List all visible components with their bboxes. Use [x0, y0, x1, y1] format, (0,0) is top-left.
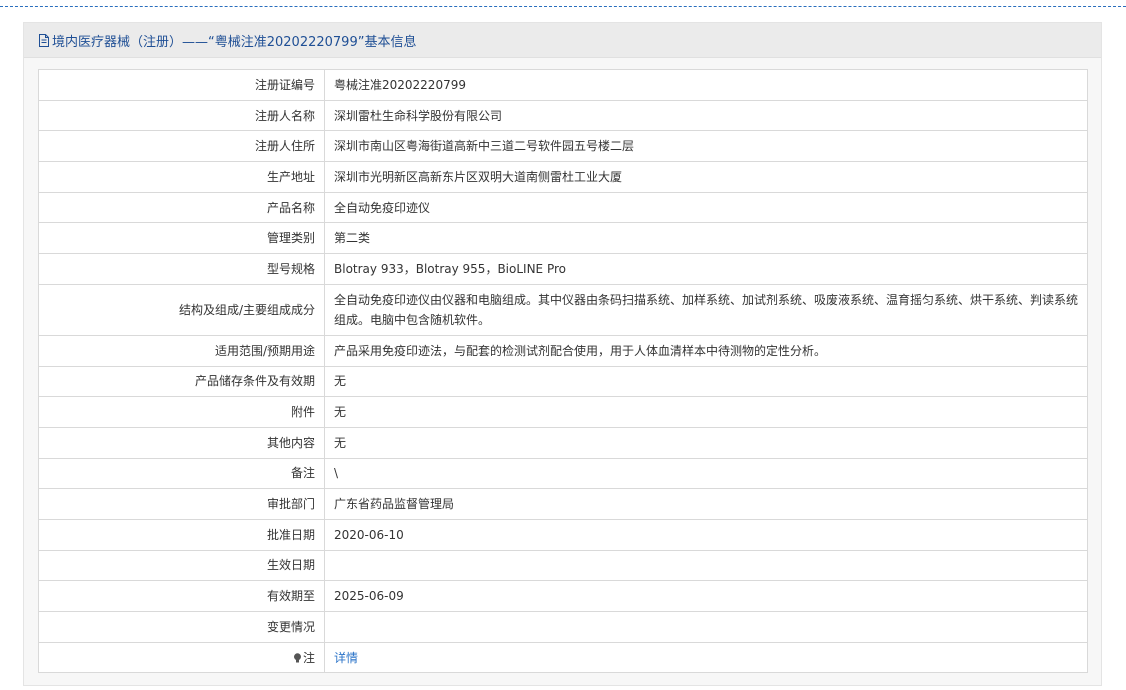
row-label: 注册人住所	[38, 130, 325, 163]
row-value: 详情	[324, 641, 1088, 674]
row-value: 无	[324, 426, 1088, 459]
document-icon	[38, 33, 50, 47]
details-link[interactable]: 详情	[334, 651, 358, 665]
row-value: 产品采用免疫印迹法，与配套的检测试剂配合使用，用于人体血清样本中待测物的定性分析…	[324, 334, 1088, 367]
lightbulb-icon	[293, 649, 302, 663]
table-row: 管理类别 第二类	[38, 222, 1088, 255]
row-value: \	[324, 457, 1088, 490]
table-row: 适用范围/预期用途 产品采用免疫印迹法，与配套的检测试剂配合使用，用于人体血清样…	[38, 334, 1088, 367]
row-label: 结构及组成/主要组成成分	[38, 283, 325, 336]
row-label: 其他内容	[38, 426, 325, 459]
info-table: 注册证编号 粤械注准20202220799 注册人名称 深圳雷杜生命科学股份有限…	[38, 69, 1088, 674]
row-value: 深圳雷杜生命科学股份有限公司	[324, 99, 1088, 132]
table-row: 变更情况	[38, 611, 1088, 643]
row-label: 管理类别	[38, 222, 325, 255]
row-value: 深圳市南山区粤海街道高新中三道二号软件园五号楼二层	[324, 130, 1088, 163]
row-label: 变更情况	[38, 611, 325, 643]
table-row: 注册人名称 深圳雷杜生命科学股份有限公司	[38, 99, 1088, 132]
panel-header: 境内医疗器械（注册）——“粤械注准20202220799”基本信息	[24, 23, 1101, 58]
row-label: 注	[302, 650, 315, 665]
basic-info-panel: 境内医疗器械（注册）——“粤械注准20202220799”基本信息 注册证编号 …	[23, 22, 1102, 686]
table-row: 产品储存条件及有效期 无	[38, 365, 1088, 398]
row-value: 深圳市光明新区高新东片区双明大道南侧雷杜工业大厦	[324, 161, 1088, 193]
table-row: 结构及组成/主要组成成分 全自动免疫印迹仪由仪器和电脑组成。其中仪器由条码扫描系…	[38, 283, 1088, 336]
table-row: 附件 无	[38, 396, 1088, 428]
row-label: 备注	[38, 457, 325, 490]
row-value: 无	[324, 396, 1088, 428]
row-value	[324, 611, 1088, 643]
row-label: 注册证编号	[38, 69, 325, 101]
row-value: 全自动免疫印迹仪	[324, 191, 1088, 224]
table-row: 批准日期 2020-06-10	[38, 518, 1088, 551]
top-divider-line	[0, 6, 1126, 7]
row-value: 无	[324, 365, 1088, 398]
row-label: 产品储存条件及有效期	[38, 365, 325, 398]
row-value: 粤械注准20202220799	[324, 69, 1088, 101]
row-label: 附件	[38, 396, 325, 428]
row-label: 生效日期	[38, 549, 325, 582]
table-row: 有效期至 2025-06-09	[38, 580, 1088, 612]
note-label-cell: 注	[38, 641, 325, 674]
row-value: 第二类	[324, 222, 1088, 255]
table-row: 备注 \	[38, 457, 1088, 490]
row-label: 产品名称	[38, 191, 325, 224]
table-row: 型号规格 Blotray 933，Blotray 955，BioLINE Pro	[38, 253, 1088, 285]
row-label: 批准日期	[38, 518, 325, 551]
row-value: 全自动免疫印迹仪由仪器和电脑组成。其中仪器由条码扫描系统、加样系统、加试剂系统、…	[324, 283, 1088, 336]
row-value: 2025-06-09	[324, 580, 1088, 612]
table-row: 注 详情	[38, 641, 1088, 674]
table-row: 注册证编号 粤械注准20202220799	[38, 69, 1088, 101]
row-value: 广东省药品监督管理局	[324, 488, 1088, 520]
table-row: 生效日期	[38, 549, 1088, 582]
page-title: 境内医疗器械（注册）——“粤械注准20202220799”基本信息	[52, 34, 417, 50]
row-label: 生产地址	[38, 161, 325, 193]
row-label: 注册人名称	[38, 99, 325, 132]
table-row: 审批部门 广东省药品监督管理局	[38, 488, 1088, 520]
row-label: 审批部门	[38, 488, 325, 520]
row-value	[324, 549, 1088, 582]
table-row: 注册人住所 深圳市南山区粤海街道高新中三道二号软件园五号楼二层	[38, 130, 1088, 163]
table-row: 其他内容 无	[38, 426, 1088, 459]
row-label: 有效期至	[38, 580, 325, 612]
row-label: 适用范围/预期用途	[38, 334, 325, 367]
table-row: 产品名称 全自动免疫印迹仪	[38, 191, 1088, 224]
row-value: 2020-06-10	[324, 518, 1088, 551]
row-value: Blotray 933，Blotray 955，BioLINE Pro	[324, 253, 1088, 285]
row-label: 型号规格	[38, 253, 325, 285]
table-row: 生产地址 深圳市光明新区高新东片区双明大道南侧雷杜工业大厦	[38, 161, 1088, 193]
